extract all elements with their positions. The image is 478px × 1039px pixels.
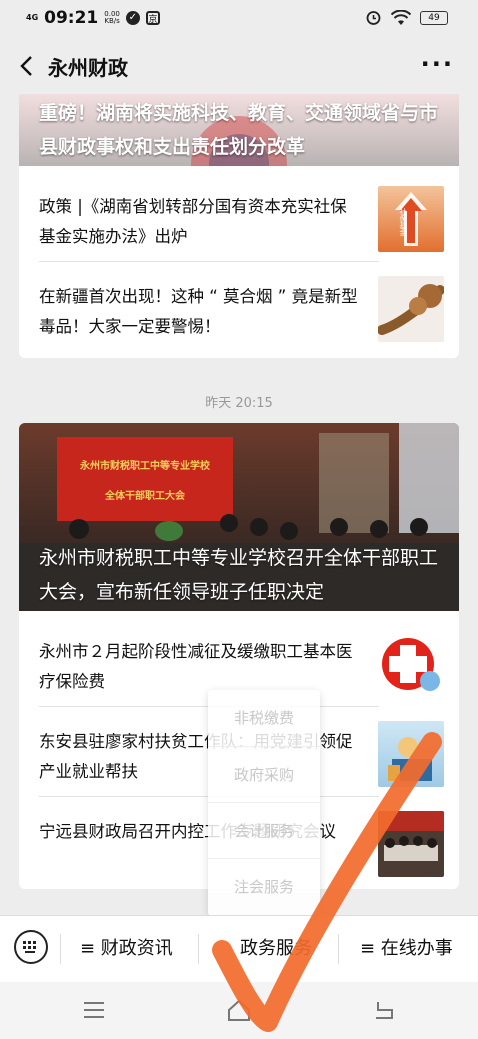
menu-finance-news[interactable]: ≡ 财政资讯 [80, 916, 173, 982]
submenu-popup: 非税缴费 政府采购 会计服务 注会服务 [208, 690, 320, 916]
hero-image[interactable]: 永州市财税职工中等专业学校 全体干部职工大会 永州市财税职工中等专业学校召开全体… [19, 423, 459, 611]
menu-icon[interactable] [82, 998, 106, 1022]
system-nav-bar [0, 982, 478, 1039]
top-bar: 永州财政 ··· [0, 40, 478, 94]
back-arrow-icon[interactable] [16, 54, 38, 78]
thumbnail-label: 社保基金 [399, 208, 407, 236]
keyboard-icon[interactable] [14, 930, 48, 964]
menu-divider [338, 934, 339, 964]
network-indicator: 4G [26, 13, 39, 22]
bottom-menu-bar: ≡ 财政资讯 政务服务 ≡ 在线办事 [0, 915, 478, 982]
menu-government-services[interactable]: 政务服务 [240, 916, 312, 982]
thumbnail-image[interactable] [378, 721, 444, 787]
thumbnail-image[interactable] [378, 276, 444, 342]
hero-headline[interactable]: 重磅！湖南将实施科技、教育、交通领域省与市县财政事权和支出责任划分改革 [39, 96, 449, 164]
wifi-icon [391, 9, 411, 25]
clock: 09:21 [44, 8, 99, 28]
back-icon[interactable] [372, 998, 396, 1022]
submenu-item-procurement[interactable]: 政府采购 [208, 746, 320, 803]
home-icon[interactable] [226, 998, 252, 1022]
notification-icon: ✓ [125, 11, 140, 25]
menu-online-services[interactable]: ≡ 在线办事 [360, 916, 453, 982]
list-item[interactable]: 在新疆首次出现！这种 “ 莫合烟 ” 竟是新型毒品！大家一定要警惕！ [39, 262, 444, 352]
article-card-1: 重磅！湖南将实施科技、教育、交通领域省与市县财政事权和支出责任划分改革 政策 |… [19, 94, 459, 358]
timestamp: 昨天 20:15 [205, 396, 273, 411]
submenu-item-cpa[interactable]: 注会服务 [208, 858, 320, 915]
menu-divider [198, 934, 199, 964]
net-speed: 0.00 KB/s [104, 10, 120, 25]
hero-image[interactable]: 重磅！湖南将实施科技、教育、交通领域省与市县财政事权和支出责任划分改革 [19, 94, 459, 166]
alarm-icon [366, 11, 381, 25]
list-item-title[interactable]: 永州市２月起阶段性减征及缓缴职工基本医疗保险费 [39, 637, 359, 697]
list-item[interactable]: 政策 |《湖南省划转部分国有资本充实社保基金实施办法》出炉 社保基金 [39, 172, 444, 262]
thumbnail-image[interactable]: 社保基金 [378, 186, 444, 252]
hero-headline[interactable]: 永州市财税职工中等专业学校召开全体干部职工大会，宣布新任领导班子任职决定 [39, 541, 449, 609]
status-bar: 4G 09:21 0.00 KB/s ✓ 京 49 [0, 0, 478, 38]
menu-divider [60, 934, 61, 964]
more-options-icon[interactable]: ··· [421, 52, 454, 76]
list-item-title[interactable]: 在新疆首次出现！这种 “ 莫合烟 ” 竟是新型毒品！大家一定要警惕！ [39, 282, 359, 342]
battery-icon: 49 [420, 10, 448, 25]
list-item-title[interactable]: 政策 |《湖南省划转部分国有资本充实社保基金实施办法》出炉 [39, 192, 359, 252]
thumbnail-image[interactable] [378, 631, 444, 697]
page-title: 永州财政 [48, 56, 128, 80]
thumbnail-image[interactable] [378, 811, 444, 877]
submenu-item-accounting[interactable]: 会计服务 [208, 802, 320, 859]
app-badge-icon: 京 [145, 11, 160, 25]
submenu-item-tax-payment[interactable]: 非税缴费 [208, 690, 320, 746]
